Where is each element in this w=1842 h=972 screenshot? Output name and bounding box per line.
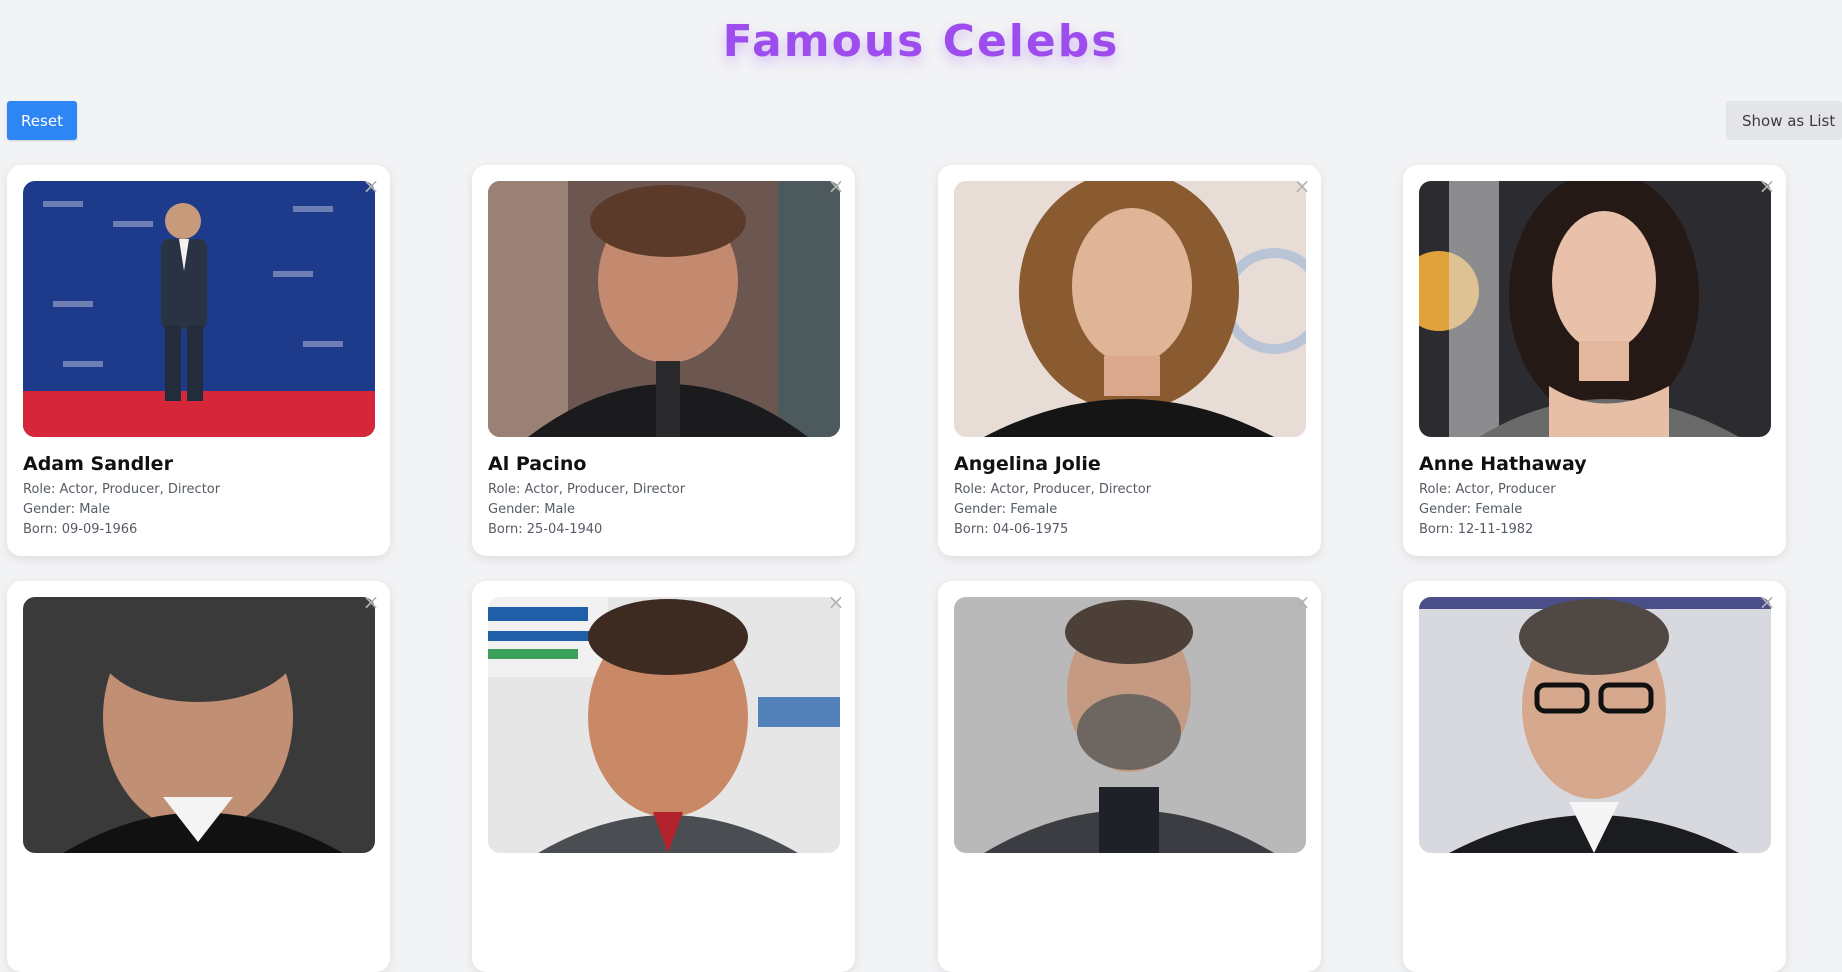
celeb-born: Born: 12-11-1982 [1419, 522, 1534, 537]
celeb-photo [23, 597, 375, 853]
celeb-card[interactable]: × Adam Sandler Role: Actor, Producer, Di… [7, 165, 390, 556]
celeb-card[interactable]: × [7, 581, 390, 972]
person-photo-icon [488, 597, 840, 853]
celeb-gender: Gender: Male [23, 502, 110, 517]
person-photo-icon [954, 181, 1306, 437]
celeb-name: Adam Sandler [23, 453, 173, 475]
celeb-photo [1419, 597, 1771, 853]
close-icon[interactable]: × [1293, 592, 1311, 612]
celeb-role: Role: Actor, Producer, Director [954, 482, 1152, 497]
close-icon[interactable]: × [362, 176, 380, 196]
person-photo-icon [23, 181, 375, 437]
show-as-list-button[interactable]: Show as List [1726, 101, 1842, 140]
person-photo-icon [1419, 181, 1771, 437]
celeb-gender: Gender: Male [488, 502, 575, 517]
close-icon[interactable]: × [362, 592, 380, 612]
celeb-name: Al Pacino [488, 453, 587, 475]
celeb-card[interactable]: × Al Pacino Role: Actor, Producer, Direc… [472, 165, 855, 556]
celeb-card[interactable]: × [1403, 581, 1786, 972]
celeb-role: Role: Actor, Producer [1419, 482, 1556, 497]
reset-button[interactable]: Reset [7, 101, 77, 140]
celeb-card[interactable]: × Anne Hathaway Role: Actor, Producer Ge… [1403, 165, 1786, 556]
celeb-photo [954, 597, 1306, 853]
close-icon[interactable]: × [827, 176, 845, 196]
close-icon[interactable]: × [1293, 176, 1311, 196]
celeb-role: Role: Actor, Producer, Director [23, 482, 221, 497]
person-photo-icon [954, 597, 1306, 853]
celeb-born: Born: 04-06-1975 [954, 522, 1069, 537]
celeb-gender: Gender: Female [954, 502, 1058, 517]
celeb-name: Angelina Jolie [954, 453, 1101, 475]
celeb-name: Anne Hathaway [1419, 453, 1587, 475]
celeb-photo [488, 597, 840, 853]
person-photo-icon [23, 597, 375, 853]
celeb-gender: Gender: Female [1419, 502, 1523, 517]
person-photo-icon [1419, 597, 1771, 853]
page-title: Famous Celebs [722, 16, 1120, 67]
celeb-born: Born: 09-09-1966 [23, 522, 138, 537]
celeb-card[interactable]: × [938, 581, 1321, 972]
person-photo-icon [488, 181, 840, 437]
celeb-photo [954, 181, 1306, 437]
celeb-born: Born: 25-04-1940 [488, 522, 603, 537]
celeb-photo [1419, 181, 1771, 437]
close-icon[interactable]: × [1758, 592, 1776, 612]
celeb-card[interactable]: × [472, 581, 855, 972]
celeb-card[interactable]: × Angelina Jolie Role: Actor, Producer, … [938, 165, 1321, 556]
close-icon[interactable]: × [1758, 176, 1776, 196]
celeb-role: Role: Actor, Producer, Director [488, 482, 686, 497]
celeb-photo [488, 181, 840, 437]
close-icon[interactable]: × [827, 592, 845, 612]
celeb-photo [23, 181, 375, 437]
